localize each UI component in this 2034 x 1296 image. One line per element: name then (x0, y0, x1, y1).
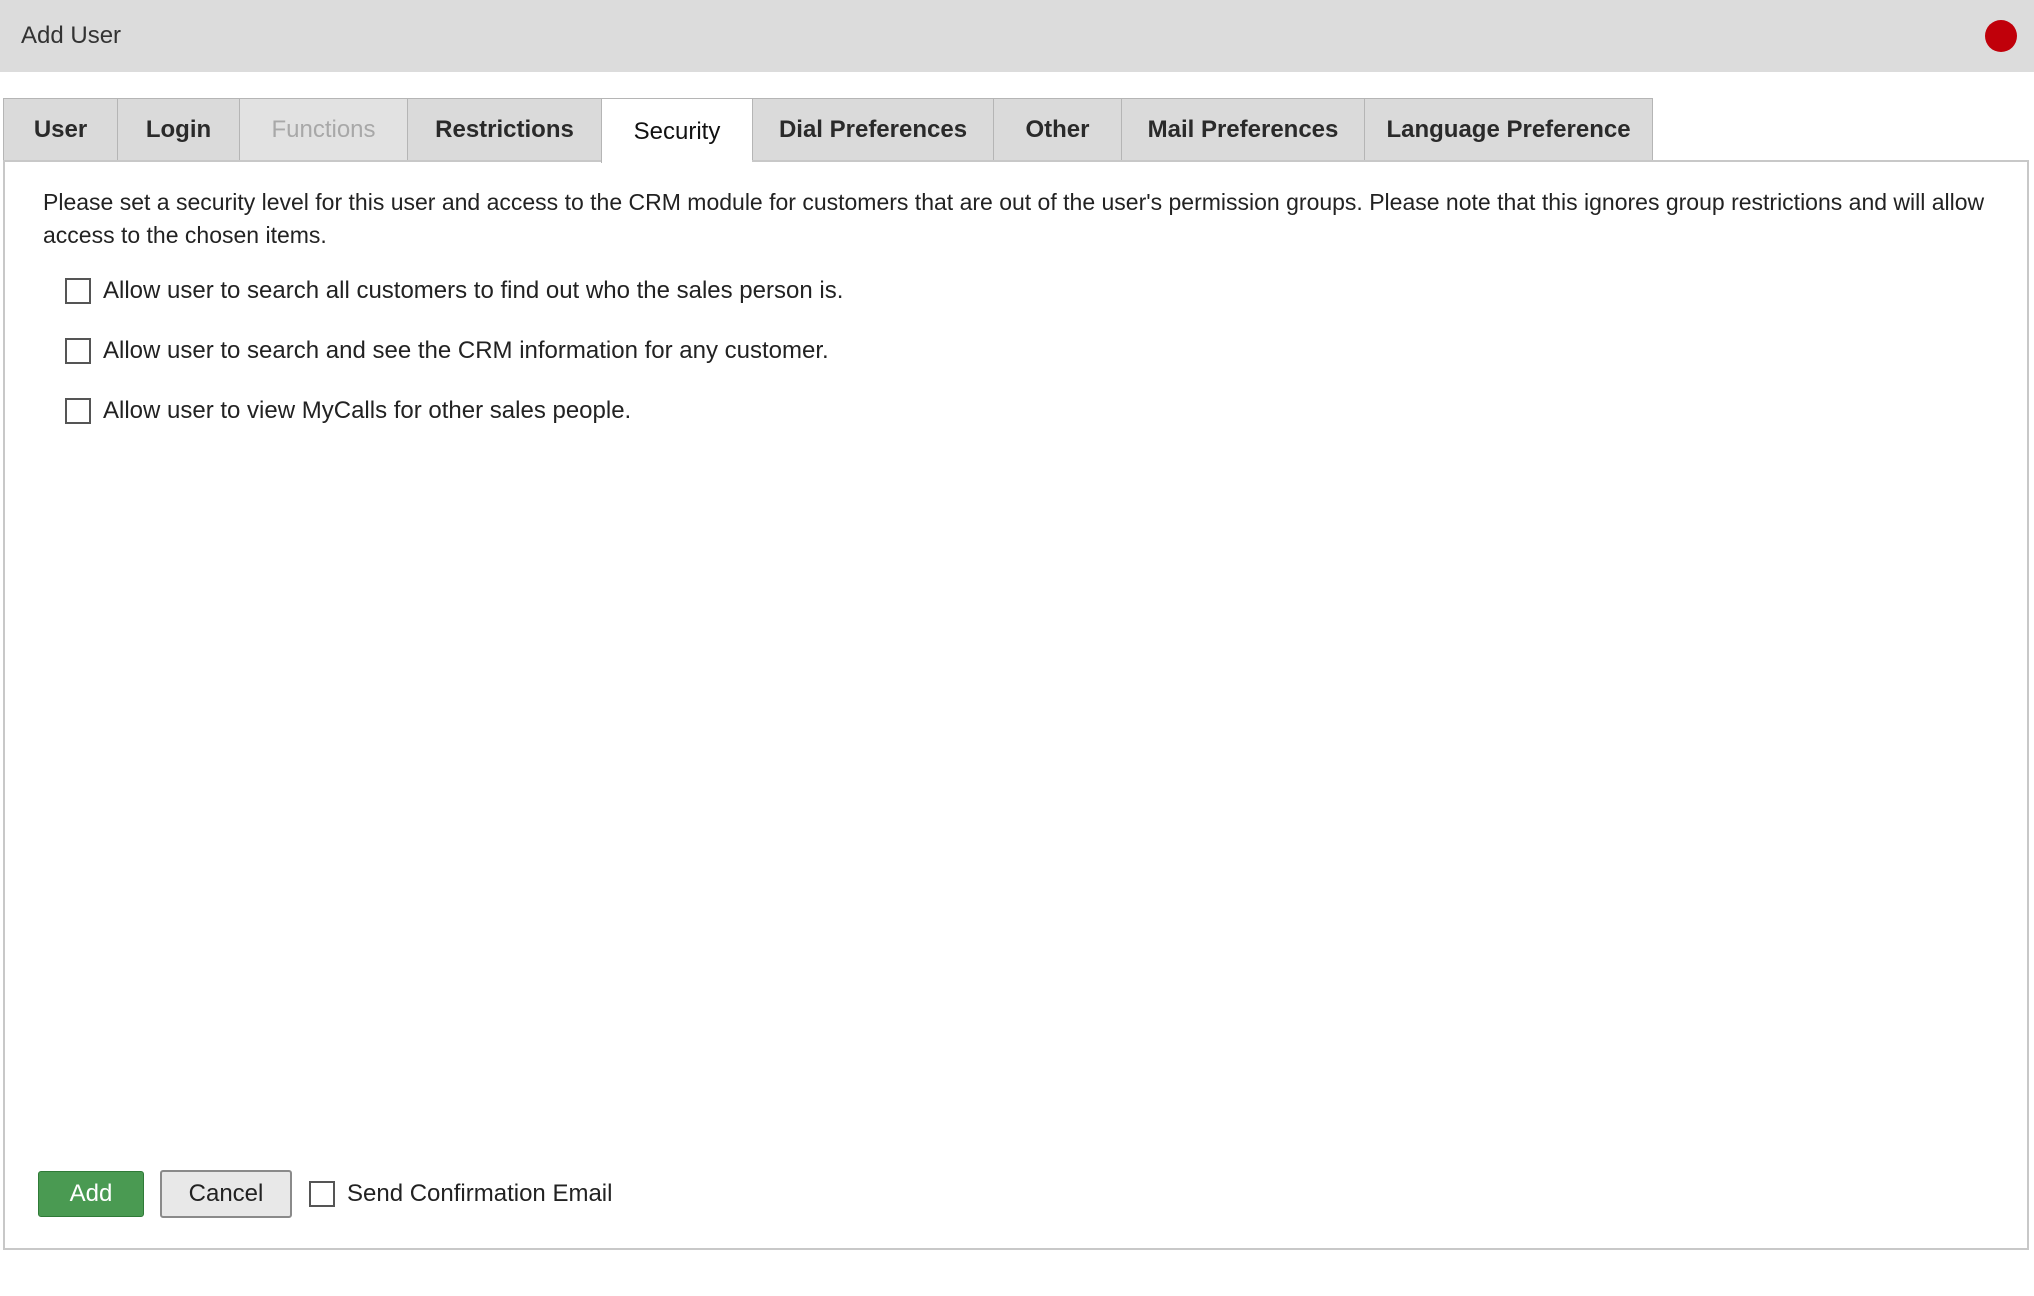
tab-login[interactable]: Login (117, 98, 239, 161)
security-intro-text: Please set a security level for this use… (43, 189, 1985, 248)
window-title: Add User (21, 22, 122, 49)
close-icon[interactable] (1985, 20, 2017, 52)
title-bar: Add User (0, 0, 2034, 72)
send-confirmation-email-checkbox[interactable] (309, 1181, 335, 1207)
tab-user[interactable]: User (3, 98, 117, 161)
tab-bar: User Login Functions Restrictions Securi… (3, 98, 1653, 163)
tab-dial-preferences[interactable]: Dial Preferences (752, 98, 993, 161)
crm-info-label: Allow user to search and see the CRM inf… (103, 337, 829, 364)
search-customers-label: Allow user to search all customers to fi… (103, 277, 844, 304)
security-option-crm-info: Allow user to search and see the CRM inf… (65, 334, 829, 368)
search-customers-checkbox[interactable] (65, 278, 91, 304)
send-confirmation-email-label: Send Confirmation Email (347, 1180, 613, 1207)
tab-other[interactable]: Other (993, 98, 1121, 161)
tab-restrictions[interactable]: Restrictions (407, 98, 601, 161)
tab-mail-preferences[interactable]: Mail Preferences (1121, 98, 1364, 161)
security-option-search-customers: Allow user to search all customers to fi… (65, 274, 843, 308)
cancel-button[interactable]: Cancel (160, 1170, 292, 1218)
mycalls-label: Allow user to view MyCalls for other sal… (103, 397, 632, 424)
tab-language-preference[interactable]: Language Preference (1364, 98, 1653, 161)
security-option-mycalls: Allow user to view MyCalls for other sal… (65, 394, 631, 428)
mycalls-checkbox[interactable] (65, 398, 91, 424)
form-footer: Add Cancel Send Confirmation Email (38, 1170, 612, 1218)
add-button[interactable]: Add (38, 1171, 144, 1217)
tab-functions: Functions (239, 98, 407, 161)
crm-info-checkbox[interactable] (65, 338, 91, 364)
tab-security[interactable]: Security (601, 98, 752, 163)
security-panel: Please set a security level for this use… (3, 160, 2029, 1250)
